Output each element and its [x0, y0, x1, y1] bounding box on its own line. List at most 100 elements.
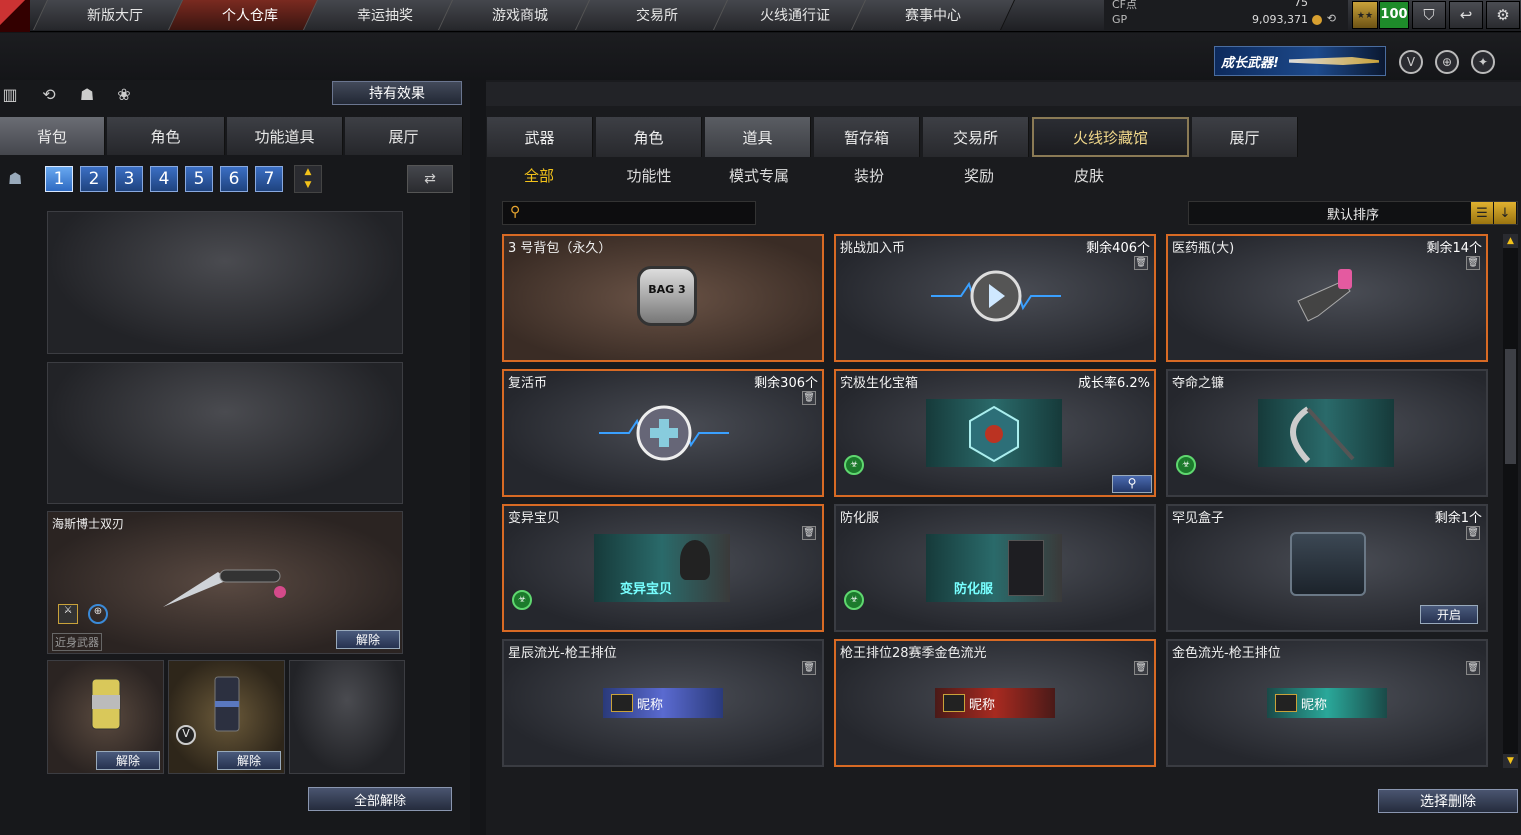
compass-icon[interactable]: ✦ — [1471, 50, 1495, 74]
grow-weapon-banner[interactable]: 成长武器! — [1214, 46, 1386, 76]
open-box-button[interactable]: 开启 — [1420, 605, 1478, 624]
item-card[interactable]: 挑战加入币 剩余406个 🗑 — [834, 234, 1156, 362]
tab-exchange[interactable]: 交易所 — [923, 117, 1029, 157]
weapon-type-label: 近身武器 — [52, 633, 102, 651]
tab-collection-hall[interactable]: 火线珍藏馆 — [1032, 117, 1189, 157]
vip-icon[interactable]: V — [1399, 50, 1423, 74]
art-caption: 防化服 — [954, 582, 994, 597]
trash-icon[interactable]: 🗑 — [1134, 256, 1148, 270]
nav-tab-events[interactable]: 赛事中心 — [851, 0, 1015, 30]
search-input[interactable]: ⚲ — [502, 201, 756, 225]
item-remaining: 剩余306个 — [754, 376, 818, 391]
select-delete-button[interactable]: 选择删除 — [1378, 789, 1518, 813]
scroll-up-icon[interactable]: ▲ — [1503, 234, 1518, 248]
item-card[interactable]: 究极生化宝箱 成长率6.2% ☣ ⚲ — [834, 369, 1156, 497]
page-stepper[interactable]: ▲ ▼ — [294, 165, 322, 193]
hazmat-suit-art: 防化服 — [926, 534, 1062, 602]
flashbang-slot[interactable]: V 解除 — [168, 660, 285, 774]
page-button-3[interactable]: 3 — [115, 166, 143, 192]
cf-points-row: CF点 75 — [1112, 0, 1342, 11]
crosshair-icon[interactable]: ⊕ — [1435, 50, 1459, 74]
cf-value: 75 — [1294, 0, 1308, 9]
item-card[interactable]: 金色流光-枪王排位 🗑 昵称 — [1166, 639, 1488, 767]
tab-function-items[interactable]: 功能道具 — [227, 117, 343, 155]
unequip-button[interactable]: 解除 — [96, 751, 160, 770]
sort-down-icon[interactable]: ↓ — [1494, 202, 1516, 224]
skill-icon: ⊕ — [88, 604, 108, 624]
subtab-mode-exclusive[interactable]: 模式专属 — [709, 164, 809, 186]
item-list-scrollbar[interactable]: ▲ ▼ — [1503, 234, 1518, 768]
item-remaining: 剩余1个 — [1434, 511, 1482, 526]
trash-icon[interactable]: 🗑 — [802, 661, 816, 675]
melee-weapon-slot[interactable]: 海斯博士双刃 ⚔ ⊕ 近身武器 解除 — [47, 511, 403, 654]
transfer-icon[interactable]: ⇄ — [407, 165, 453, 193]
item-card[interactable]: 枪王排位28赛季金色流光 🗑 昵称 — [834, 639, 1156, 767]
stats-bar-icon[interactable]: ▥ — [0, 84, 22, 104]
tab-items[interactable]: 道具 — [705, 117, 811, 157]
tab-roles[interactable]: 角色 — [596, 117, 702, 157]
empty-slot-primary[interactable] — [47, 211, 403, 354]
level-badge: 100 — [1379, 1, 1409, 29]
trash-icon[interactable]: 🗑 — [1134, 661, 1148, 675]
rotate-icon[interactable]: ⟲ — [37, 84, 61, 104]
tab-backpack[interactable]: 背包 — [0, 117, 105, 155]
trash-icon[interactable]: 🗑 — [802, 391, 816, 405]
tab-showroom[interactable]: 展厅 — [345, 117, 463, 155]
refresh-icon[interactable]: ⟲ — [1327, 12, 1336, 25]
weapon-icon — [1289, 57, 1379, 65]
item-card[interactable]: 夺命之镰 ☣ — [1166, 369, 1488, 497]
nav-tab-label: 交易所 — [636, 8, 678, 24]
tab-showroom-right[interactable]: 展厅 — [1192, 117, 1298, 157]
unequip-button[interactable]: 解除 — [336, 630, 400, 649]
tab-character[interactable]: 角色 — [107, 117, 225, 155]
settings-gear-icon[interactable]: ⚙ — [1486, 1, 1520, 29]
page-button-4[interactable]: 4 — [150, 166, 178, 192]
page-button-5[interactable]: 5 — [185, 166, 213, 192]
mutant-baby-art: 变异宝贝 — [594, 534, 730, 602]
nickname-text: 昵称 — [637, 697, 664, 713]
pet-icon[interactable]: ❀ — [112, 84, 136, 104]
page-button-1[interactable]: 1 — [45, 166, 73, 192]
vip-v-icon: V — [176, 725, 196, 745]
subtab-skins[interactable]: 皮肤 — [1039, 164, 1139, 186]
item-card[interactable]: 3 号背包（永久） BAG 3 — [502, 234, 824, 362]
trash-icon[interactable]: 🗑 — [802, 526, 816, 540]
empty-throwable-slot[interactable] — [289, 660, 405, 774]
unequip-all-button[interactable]: 全部解除 — [308, 787, 452, 811]
item-card[interactable]: 变异宝贝 🗑 变异宝贝 ☣ — [502, 504, 824, 632]
item-card[interactable]: 防化服 防化服 ☣ — [834, 504, 1156, 632]
empty-slot-secondary[interactable] — [47, 362, 403, 504]
item-card[interactable]: 医药瓶(大) 剩余14个 🗑 — [1166, 234, 1488, 362]
tab-weapons[interactable]: 武器 — [487, 117, 593, 157]
item-card[interactable]: 星辰流光-枪王排位 🗑 昵称 — [502, 639, 824, 767]
item-card[interactable]: 罕见盒子 剩余1个 🗑 开启 — [1166, 504, 1488, 632]
scroll-thumb[interactable] — [1505, 349, 1516, 464]
trash-icon[interactable]: 🗑 — [1466, 526, 1480, 540]
art-caption: 变异宝贝 — [620, 582, 673, 597]
page-button-7[interactable]: 7 — [255, 166, 283, 192]
rank-tag-icon — [611, 694, 633, 712]
subtab-all[interactable]: 全部 — [489, 164, 589, 186]
shield-icon[interactable]: ⛉ — [1412, 1, 1446, 29]
melee-class-icon: ⚔ — [58, 604, 78, 624]
preview-magnify-icon[interactable]: ⚲ — [1112, 475, 1152, 493]
page-button-6[interactable]: 6 — [220, 166, 248, 192]
tab-storage-box[interactable]: 暂存箱 — [814, 117, 920, 157]
item-card[interactable]: 复活币 剩余306个 🗑 — [502, 369, 824, 497]
item-name: 罕见盒子 — [1172, 511, 1225, 526]
trash-icon[interactable]: 🗑 — [1466, 661, 1480, 675]
scroll-down-icon[interactable]: ▼ — [1503, 754, 1518, 768]
list-view-icon[interactable]: ☰ — [1471, 202, 1493, 224]
page-button-2[interactable]: 2 — [80, 166, 108, 192]
grenade-slot[interactable]: 解除 — [47, 660, 164, 774]
subtab-dressup[interactable]: 装扮 — [819, 164, 919, 186]
subtab-functional[interactable]: 功能性 — [599, 164, 699, 186]
sort-dropdown[interactable]: 默认排序 ☰ ↓ — [1188, 201, 1518, 225]
unequip-button[interactable]: 解除 — [217, 751, 281, 770]
trash-icon[interactable]: 🗑 — [1466, 256, 1480, 270]
flashbang-icon — [214, 676, 240, 732]
character-pose-icon[interactable]: ☗ — [75, 84, 99, 104]
subtab-rewards[interactable]: 奖励 — [929, 164, 1029, 186]
hold-effect-button[interactable]: 持有效果 — [332, 81, 462, 105]
exit-icon[interactable]: ↩ — [1449, 1, 1483, 29]
